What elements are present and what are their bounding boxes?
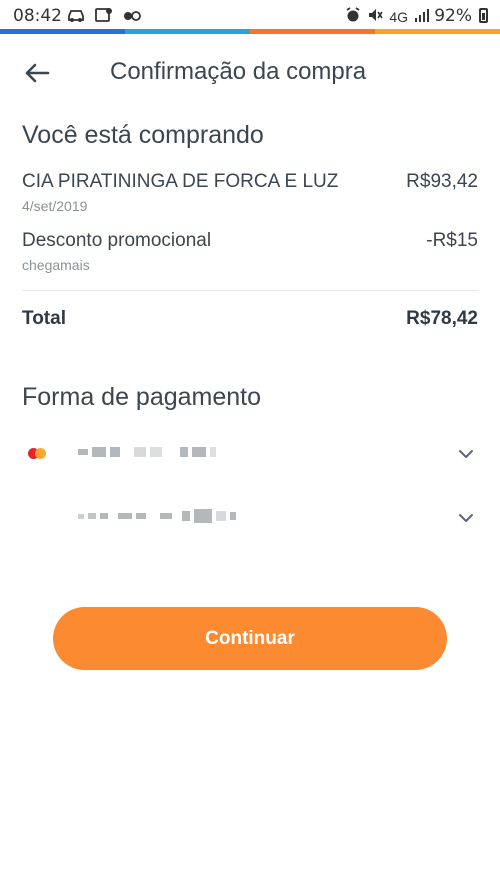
arrow-left-icon [25, 63, 50, 83]
car-mode-icon [66, 7, 86, 23]
status-bar: 08:42 4G 92% [0, 0, 500, 30]
total-value: R$78,42 [406, 308, 478, 329]
item-name: Desconto promocional [22, 230, 212, 251]
purchase-section-title: Você está comprando [22, 121, 264, 149]
header: Confirmação da compra [0, 48, 500, 98]
battery-icon [479, 8, 488, 23]
continue-button[interactable]: Continuar [53, 607, 447, 670]
item-value: R$93,42 [406, 171, 478, 192]
masked-payment-info [78, 508, 236, 524]
payment-method-card[interactable] [22, 434, 478, 474]
status-right-icons: 4G [345, 7, 430, 26]
promo-code: chegamais [22, 257, 90, 273]
status-time: 08:42 [13, 6, 62, 26]
page-title: Confirmação da compra [110, 58, 367, 85]
line-item-bill: CIA PIRATININGA DE FORCA E LUZ 4/set/201… [22, 171, 478, 217]
network-4g-icon: 4G [389, 9, 408, 25]
total-label: Total [22, 308, 66, 329]
stripe-segment-2 [125, 29, 250, 34]
payment-section-title: Forma de pagamento [22, 383, 262, 411]
stripe-segment-4 [375, 29, 500, 34]
network-label: 4G [389, 8, 408, 25]
item-date: 4/set/2019 [22, 198, 88, 214]
back-button[interactable] [18, 54, 56, 92]
alarm-icon [345, 7, 361, 26]
chevron-down-icon[interactable] [458, 510, 474, 526]
payment-method-secondary[interactable] [22, 498, 478, 538]
chevron-down-icon[interactable] [458, 446, 474, 462]
divider [22, 290, 478, 291]
masked-card-info [78, 444, 216, 460]
stripe-segment-1 [0, 29, 125, 34]
mastercard-icon [26, 446, 50, 460]
photo-location-icon [94, 7, 114, 23]
mute-icon [367, 7, 383, 26]
voicemail-icon [122, 7, 142, 23]
item-name: CIA PIRATININGA DE FORCA E LUZ [22, 171, 339, 192]
item-value: -R$15 [426, 230, 478, 251]
color-stripe [0, 29, 500, 34]
line-item-discount: Desconto promocional chegamais -R$15 [22, 230, 478, 276]
signal-icon [414, 7, 430, 26]
battery-level: 92% [434, 6, 472, 26]
stripe-segment-3 [250, 29, 375, 34]
status-left-icons [66, 7, 142, 23]
